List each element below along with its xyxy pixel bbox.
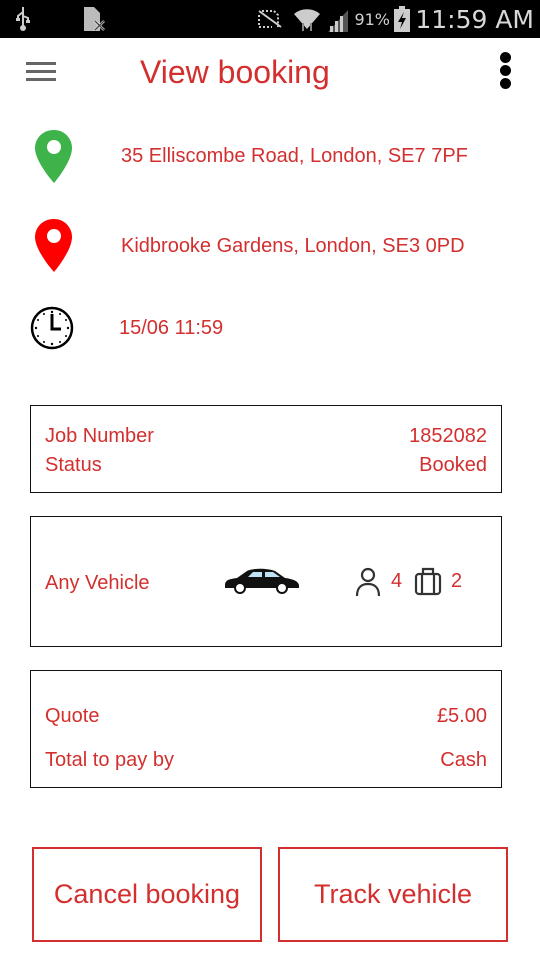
- job-number-value: 1852082: [409, 425, 487, 447]
- pickup-pin-icon: [30, 128, 78, 188]
- luggage-count: 2: [451, 570, 463, 592]
- payment-method-value: Cash: [440, 749, 487, 771]
- hamburger-menu-icon[interactable]: [26, 62, 56, 84]
- usb-icon: [14, 0, 32, 38]
- luggage-icon: [414, 566, 442, 601]
- cancel-booking-button[interactable]: Cancel booking: [32, 847, 262, 942]
- passenger-count: 4: [391, 570, 403, 592]
- wifi-icon: [292, 0, 322, 38]
- dropoff-address: Kidbrooke Gardens, London, SE3 0PD: [121, 235, 465, 257]
- vehicle-type: Any Vehicle: [45, 572, 150, 594]
- quote-label: Quote: [45, 705, 100, 727]
- clock-time: 11:59 AM: [415, 4, 534, 34]
- car-icon: [223, 567, 301, 600]
- track-vehicle-button[interactable]: Track vehicle: [278, 847, 508, 942]
- status-badge: Booked: [419, 454, 487, 476]
- status-label: Status: [45, 454, 102, 476]
- more-vert-icon[interactable]: [498, 52, 512, 92]
- job-number-label: Job Number: [45, 425, 154, 447]
- pickup-row: 35 Elliscombe Road, London, SE7 7PF: [0, 128, 540, 188]
- mute-icon: [256, 0, 284, 38]
- dropoff-pin-icon: [30, 217, 78, 277]
- job-details-card: Job Number 1852082 Status Booked: [30, 405, 502, 493]
- page-title: View booking: [140, 54, 330, 90]
- signal-icon: [326, 0, 350, 38]
- booking-time: 15/06 11:59: [119, 317, 224, 339]
- payment-card: Quote £5.00 Total to pay by Cash: [30, 670, 502, 788]
- status-bar: 91% 11:59 AM: [0, 0, 540, 38]
- dropoff-row: Kidbrooke Gardens, London, SE3 0PD: [0, 217, 540, 277]
- time-row: 15/06 11:59: [0, 302, 540, 362]
- app-bar: View booking: [0, 38, 540, 110]
- battery-charging-icon: [393, 0, 411, 38]
- vehicle-card: Any Vehicle 4 2: [30, 516, 502, 647]
- no-sim-icon: [82, 0, 106, 38]
- payment-method-label: Total to pay by: [45, 749, 174, 771]
- pickup-address: 35 Elliscombe Road, London, SE7 7PF: [121, 145, 468, 167]
- clock-icon: [30, 304, 78, 364]
- quote-value: £5.00: [436, 705, 487, 727]
- battery-percent: 91%: [354, 9, 390, 29]
- person-icon: [354, 567, 382, 602]
